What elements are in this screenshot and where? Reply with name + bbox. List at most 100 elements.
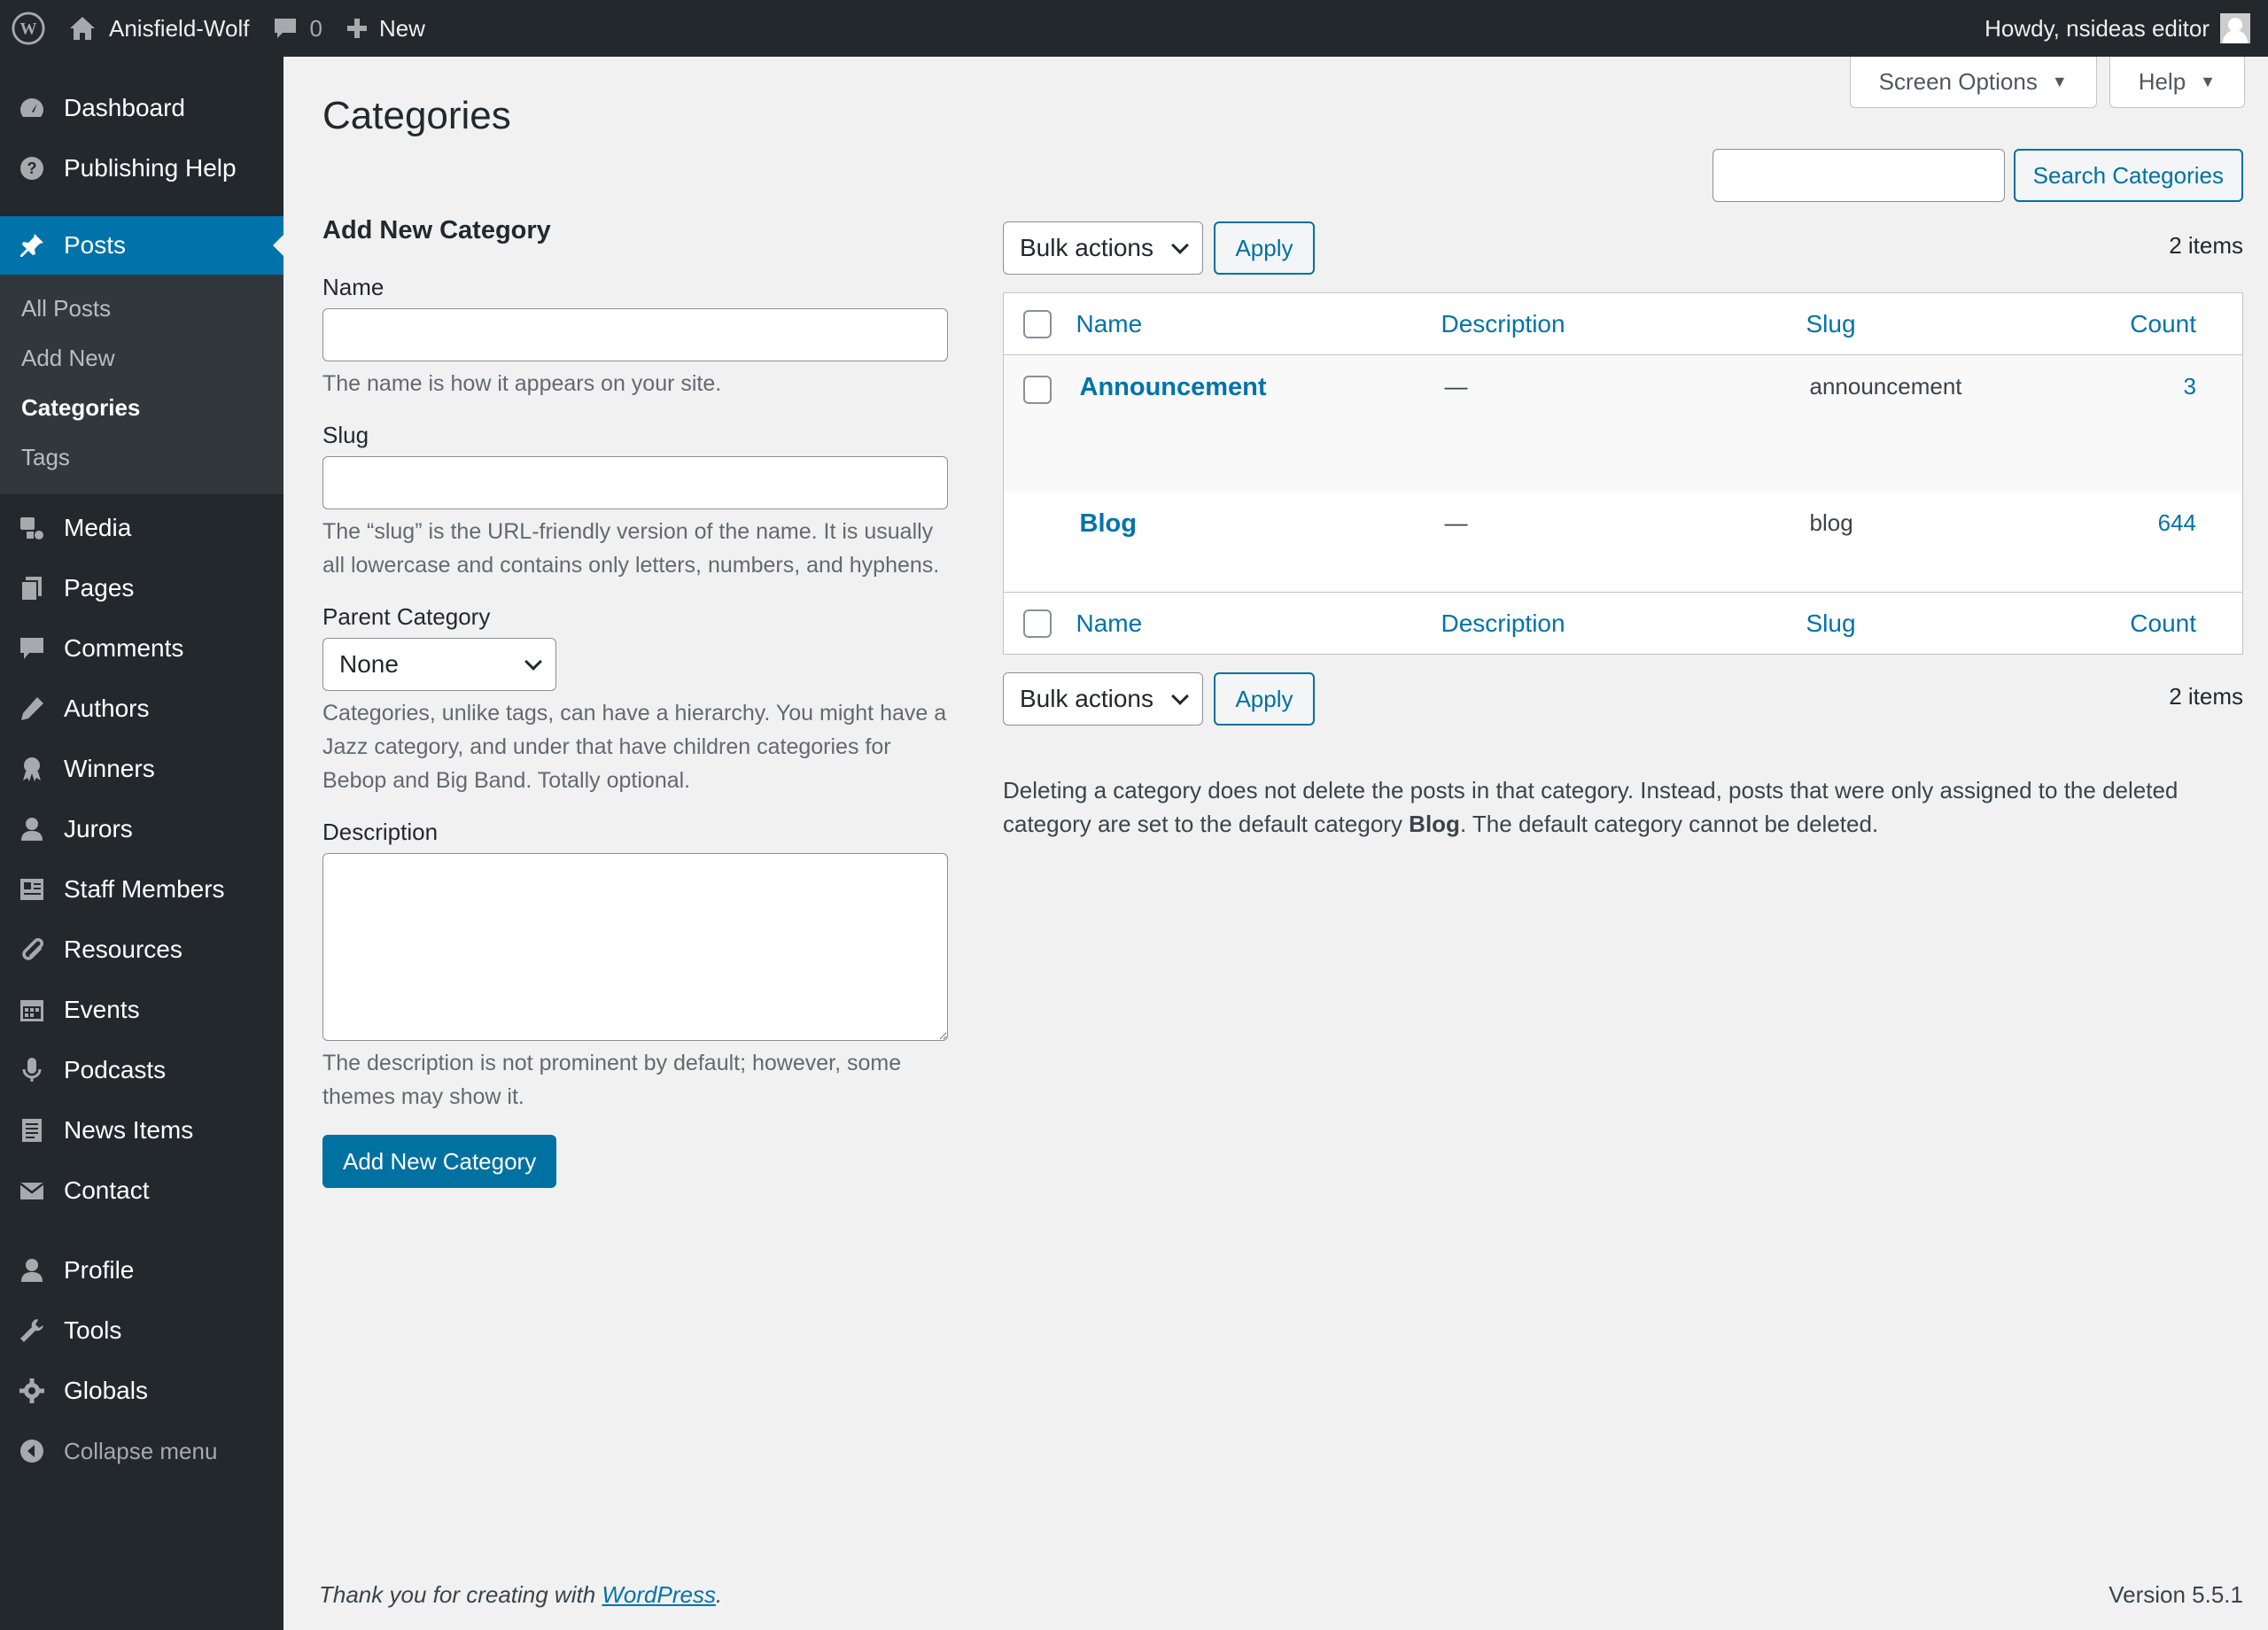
column-description-header[interactable]: Description <box>1441 293 1806 355</box>
parent-selected-value: None <box>339 650 399 678</box>
menu-winners[interactable]: Winners <box>0 739 284 799</box>
menu-resources[interactable]: Resources <box>0 920 284 980</box>
new-content-link[interactable]: New <box>334 0 437 57</box>
row-checkbox-cell <box>1004 355 1076 492</box>
chevron-down-icon <box>1171 687 1189 705</box>
menu-news-items[interactable]: News Items <box>0 1100 284 1160</box>
menu-label: Comments <box>64 634 184 662</box>
bulk-actions-select[interactable]: Bulk actions <box>1003 221 1203 275</box>
bulk-actions-select[interactable]: Bulk actions <box>1003 672 1203 726</box>
menu-posts[interactable]: Posts <box>0 216 284 275</box>
chevron-down-icon <box>524 653 542 671</box>
categories-list: Bulk actions Apply 2 items Name Descript… <box>1003 221 2243 841</box>
search-input[interactable] <box>1712 149 2005 202</box>
menu-events[interactable]: Events <box>0 980 284 1040</box>
menu-contact[interactable]: Contact <box>0 1160 284 1221</box>
slug-input[interactable] <box>322 456 948 509</box>
submenu-add-new[interactable]: Add New <box>0 333 284 383</box>
svg-text:W: W <box>20 20 37 39</box>
parent-label: Parent Category <box>322 603 491 630</box>
menu-label: Resources <box>64 935 183 963</box>
menu-pages[interactable]: Pages <box>0 558 284 618</box>
category-count-link[interactable]: 3 <box>2184 373 2196 400</box>
dashboard-icon <box>18 94 46 122</box>
select-all-checkbox[interactable] <box>1023 310 1052 339</box>
new-label: New <box>378 14 425 42</box>
menu-comments[interactable]: Comments <box>0 618 284 679</box>
menu-media[interactable]: Media <box>0 498 284 558</box>
menu-label: Globals <box>64 1377 148 1404</box>
add-new-category-button[interactable]: Add New Category <box>322 1135 557 1188</box>
document-icon <box>18 1116 46 1145</box>
collapse-arrow-icon <box>18 1437 46 1465</box>
menu-label: Podcasts <box>64 1056 167 1083</box>
apply-button[interactable]: Apply <box>1214 221 1315 275</box>
menu-label: Posts <box>64 231 127 259</box>
items-count: 2 items <box>2169 232 2243 259</box>
menu-podcasts[interactable]: Podcasts <box>0 1040 284 1100</box>
collapse-menu-button[interactable]: Collapse menu <box>0 1421 284 1481</box>
menu-label: Contact <box>64 1176 150 1204</box>
description-textarea[interactable] <box>322 853 948 1041</box>
page-title: Categories <box>322 94 511 137</box>
table-footer-row: Name Description Slug Count <box>1003 592 2243 655</box>
site-name: Anisfield-Wolf <box>109 14 250 42</box>
column-slug-header[interactable]: Slug <box>1806 293 2108 355</box>
my-account-link[interactable]: Howdy, nsideas editor <box>1973 0 2268 57</box>
search-categories-button[interactable]: Search Categories <box>2013 149 2243 202</box>
paperclip-icon <box>18 935 46 964</box>
howdy-text: Howdy, nsideas editor <box>1984 14 2210 42</box>
select-all-cell <box>1004 593 1076 655</box>
screen-options-button[interactable]: Screen Options ▼ <box>1849 57 2097 108</box>
home-icon <box>68 15 97 42</box>
note-text-end: . The default category cannot be deleted… <box>1459 811 1879 837</box>
wordpress-logo-icon[interactable]: W <box>0 0 57 57</box>
category-description: — <box>1444 508 1468 536</box>
menu-jurors[interactable]: Jurors <box>0 799 284 859</box>
slug-field-group: Slug The “slug” is the URL-friendly vers… <box>322 422 953 582</box>
search-box: Search Categories <box>1712 149 2243 202</box>
menu-profile[interactable]: Profile <box>0 1240 284 1300</box>
category-name-link[interactable]: Announcement <box>1076 373 1267 402</box>
gear-icon <box>18 1377 46 1405</box>
select-all-cell <box>1004 293 1076 355</box>
menu-tools[interactable]: Tools <box>0 1300 284 1361</box>
help-button[interactable]: Help ▼ <box>2109 57 2245 108</box>
menu-staff-members[interactable]: Staff Members <box>0 859 284 920</box>
category-name-link[interactable]: Blog <box>1076 509 1137 539</box>
submenu-all-posts[interactable]: All Posts <box>0 283 284 333</box>
site-name-link[interactable]: Anisfield-Wolf <box>57 0 260 57</box>
row-checkbox[interactable] <box>1023 376 1052 405</box>
footer-thanks: Thank you for creating with WordPress. <box>319 1581 722 1609</box>
apply-button[interactable]: Apply <box>1214 672 1315 726</box>
submenu-tags[interactable]: Tags <box>0 432 284 482</box>
admin-bar: W Anisfield-Wolf 0 New Howdy, nsideas ed… <box>0 0 2268 57</box>
avatar <box>2220 13 2250 43</box>
submenu-categories[interactable]: Categories <box>0 383 284 432</box>
menu-globals[interactable]: Globals <box>0 1361 284 1421</box>
column-name-header[interactable]: Name <box>1076 293 1441 355</box>
menu-label: Media <box>64 514 132 541</box>
microphone-icon <box>18 1056 46 1084</box>
column-count-header[interactable]: Count <box>2108 293 2243 355</box>
wordpress-link[interactable]: WordPress <box>602 1581 716 1608</box>
menu-publishing-help[interactable]: ? Publishing Help <box>0 138 284 198</box>
column-description-footer[interactable]: Description <box>1441 593 1806 655</box>
column-count-footer[interactable]: Count <box>2108 593 2243 655</box>
menu-dashboard[interactable]: Dashboard <box>0 78 284 138</box>
wrench-icon <box>18 1316 46 1345</box>
menu-label: Tools <box>64 1316 122 1344</box>
comments-link[interactable]: 0 <box>260 0 333 57</box>
parent-category-select[interactable]: None <box>322 638 556 691</box>
column-name-footer[interactable]: Name <box>1076 593 1441 655</box>
row-count-cell: 3 <box>2108 355 2243 492</box>
column-slug-footer[interactable]: Slug <box>1806 593 2108 655</box>
menu-label: Winners <box>64 755 155 782</box>
select-all-checkbox[interactable] <box>1023 609 1052 639</box>
name-input[interactable] <box>322 308 948 361</box>
category-count-link[interactable]: 644 <box>2158 509 2196 536</box>
menu-label: Publishing Help <box>64 154 237 182</box>
row-name-cell: Announcement <box>1076 355 1441 492</box>
menu-authors[interactable]: Authors <box>0 679 284 739</box>
categories-table: Name Description Slug Count Announcement… <box>1003 292 2243 655</box>
